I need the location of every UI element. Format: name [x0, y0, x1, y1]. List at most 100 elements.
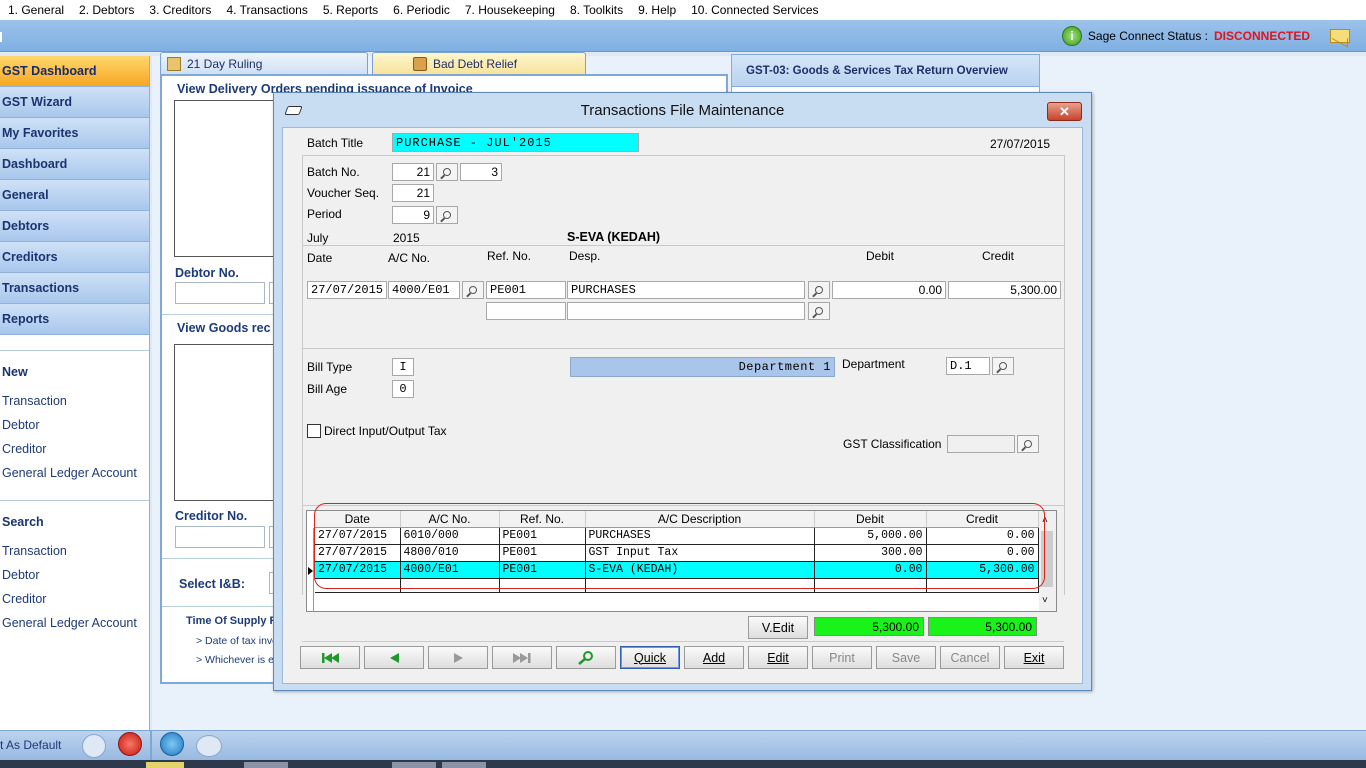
taskbar-item[interactable] — [442, 762, 486, 768]
nav-creditors[interactable]: Creditors — [0, 242, 149, 273]
batch-no-lookup-button[interactable] — [436, 163, 458, 181]
creditor-no-input[interactable] — [175, 526, 265, 548]
taskbar-item[interactable] — [244, 762, 288, 768]
vedit-button[interactable]: V.Edit — [748, 616, 808, 639]
nav-general[interactable]: General — [0, 180, 149, 211]
grid-header-ref[interactable]: Ref. No. — [499, 511, 586, 528]
table-row-empty[interactable] — [315, 578, 1039, 593]
grid-header-debit[interactable]: Debit — [814, 511, 927, 528]
menu-transactions[interactable]: 4. Transactions — [226, 3, 307, 17]
grid-header-ac[interactable]: A/C No. — [400, 511, 500, 528]
scroll-up-icon[interactable]: ˄ — [1042, 515, 1048, 526]
menu-creditors[interactable]: 3. Creditors — [149, 3, 211, 17]
gst03-overview-panel[interactable]: GST-03: Goods & Services Tax Return Over… — [731, 54, 1040, 87]
grid-header-desc[interactable]: A/C Description — [585, 511, 815, 528]
cancel-button[interactable]: Cancel — [940, 646, 1000, 669]
entry-desp-field[interactable]: PURCHASES — [567, 281, 805, 299]
new-creditor-link[interactable]: Creditor — [0, 437, 149, 461]
info-icon[interactable]: i — [1061, 26, 1082, 46]
close-button[interactable]: ✕ — [1047, 102, 1082, 121]
print-button[interactable]: Print — [812, 646, 872, 669]
bill-age-field[interactable]: 0 — [392, 380, 414, 398]
new-gl-account-link[interactable]: General Ledger Account — [0, 461, 149, 485]
sage-status-value: DISCONNECTED — [1213, 29, 1310, 43]
rss-icon[interactable] — [160, 732, 184, 756]
exit-button[interactable]: Exit — [1004, 646, 1064, 669]
batch-no-field[interactable]: 21 — [392, 163, 434, 181]
scroll-down-icon[interactable]: ˅ — [1042, 595, 1048, 606]
more-icon[interactable] — [196, 735, 222, 757]
department-field[interactable]: D.1 — [946, 357, 990, 375]
nav-dashboard[interactable]: Dashboard — [0, 149, 149, 180]
period-field[interactable]: 9 — [392, 206, 434, 224]
desp2-lookup-button[interactable] — [808, 302, 830, 320]
desp-lookup-button[interactable] — [808, 281, 830, 299]
batch-title-field[interactable]: PURCHASE - JUL'2015 — [392, 133, 639, 152]
last-record-button[interactable] — [492, 646, 552, 669]
mail-icon[interactable] — [1330, 29, 1350, 43]
search-creditor-link[interactable]: Creditor — [0, 587, 149, 611]
entry-credit-field[interactable]: 5,300.00 — [948, 281, 1061, 299]
taskbar-item[interactable] — [392, 762, 436, 768]
entry-ac-field[interactable]: 4000/E01 — [388, 281, 460, 299]
col-desp-label: Desp. — [569, 249, 601, 263]
edit-icon[interactable] — [82, 734, 106, 758]
debtor-no-input[interactable] — [175, 282, 265, 304]
table-row[interactable]: 27/07/2015 4800/010 PE001 GST Input Tax … — [315, 544, 1039, 562]
table-row[interactable]: 27/07/2015 6010/000 PE001 PURCHASES 5,00… — [315, 527, 1039, 545]
menu-toolkits[interactable]: 8. Toolkits — [570, 3, 623, 17]
edit-button[interactable]: Edit — [748, 646, 808, 669]
search-transaction-link[interactable]: Transaction — [0, 539, 149, 563]
grid-header-date[interactable]: Date — [315, 511, 401, 528]
power-icon[interactable] — [118, 732, 142, 756]
entry-ref-field[interactable]: PE001 — [486, 281, 566, 299]
nav-debtors[interactable]: Debtors — [0, 211, 149, 242]
menu-periodic[interactable]: 6. Periodic — [393, 3, 450, 17]
bill-type-field[interactable]: I — [392, 358, 414, 376]
cell-credit: 0.00 — [926, 527, 1039, 545]
scroll-thumb[interactable] — [1041, 531, 1053, 587]
nav-reports[interactable]: Reports — [0, 304, 149, 335]
save-button[interactable]: Save — [876, 646, 936, 669]
gst-class-field[interactable] — [947, 435, 1015, 453]
period-lookup-button[interactable] — [436, 206, 458, 224]
menu-debtors[interactable]: 2. Debtors — [79, 3, 134, 17]
entry-date-field[interactable]: 27/07/2015 — [307, 281, 387, 299]
new-transaction-link[interactable]: Transaction — [0, 389, 149, 413]
taskbar-item[interactable] — [146, 762, 184, 768]
new-debtor-link[interactable]: Debtor — [0, 413, 149, 437]
table-row-selected[interactable]: 27/07/2015 4000/E01 PE001 S-EVA (KEDAH) … — [315, 561, 1039, 579]
grid-header-credit[interactable]: Credit — [926, 511, 1039, 528]
entry-desp-field-2[interactable] — [567, 302, 805, 320]
nav-transactions[interactable]: Transactions — [0, 273, 149, 304]
add-button[interactable]: Add — [684, 646, 744, 669]
menu-reports[interactable]: 5. Reports — [323, 3, 378, 17]
set-as-default-label[interactable]: t As Default — [0, 738, 61, 752]
gst-class-lookup-button[interactable] — [1017, 435, 1039, 453]
search-gl-account-link[interactable]: General Ledger Account — [0, 611, 149, 635]
tab-bad-debt-relief[interactable]: Bad Debt Relief — [372, 52, 586, 74]
menu-help[interactable]: 9. Help — [638, 3, 676, 17]
next-record-button[interactable] — [428, 646, 488, 669]
entry-ref-field-2[interactable] — [486, 302, 566, 320]
menu-connected-services[interactable]: 10. Connected Services — [691, 3, 818, 17]
nav-gst-dashboard[interactable]: GST Dashboard — [0, 56, 149, 87]
ac-lookup-button[interactable] — [462, 281, 484, 299]
batch-no-seq-field[interactable]: 3 — [460, 163, 502, 181]
voucher-seq-field[interactable]: 21 — [392, 184, 434, 202]
tab-21-day-ruling[interactable]: 21 Day Ruling — [160, 52, 368, 74]
direct-tax-checkbox[interactable] — [307, 424, 321, 438]
time-of-supply-note-2: > Whichever is e — [196, 654, 274, 666]
find-button[interactable] — [556, 646, 616, 669]
quick-button[interactable]: Quick — [620, 646, 680, 669]
previous-record-button[interactable] — [364, 646, 424, 669]
nav-my-favorites[interactable]: My Favorites — [0, 118, 149, 149]
menu-housekeeping[interactable]: 7. Housekeeping — [465, 3, 555, 17]
nav-gst-wizard[interactable]: GST Wizard — [0, 87, 149, 118]
department-lookup-button[interactable] — [992, 357, 1014, 375]
first-record-button[interactable] — [300, 646, 360, 669]
entry-debit-field[interactable]: 0.00 — [832, 281, 946, 299]
grid-scrollbar[interactable]: ˄ ˅ — [1039, 511, 1056, 611]
search-debtor-link[interactable]: Debtor — [0, 563, 149, 587]
menu-general[interactable]: 1. General — [8, 3, 64, 17]
